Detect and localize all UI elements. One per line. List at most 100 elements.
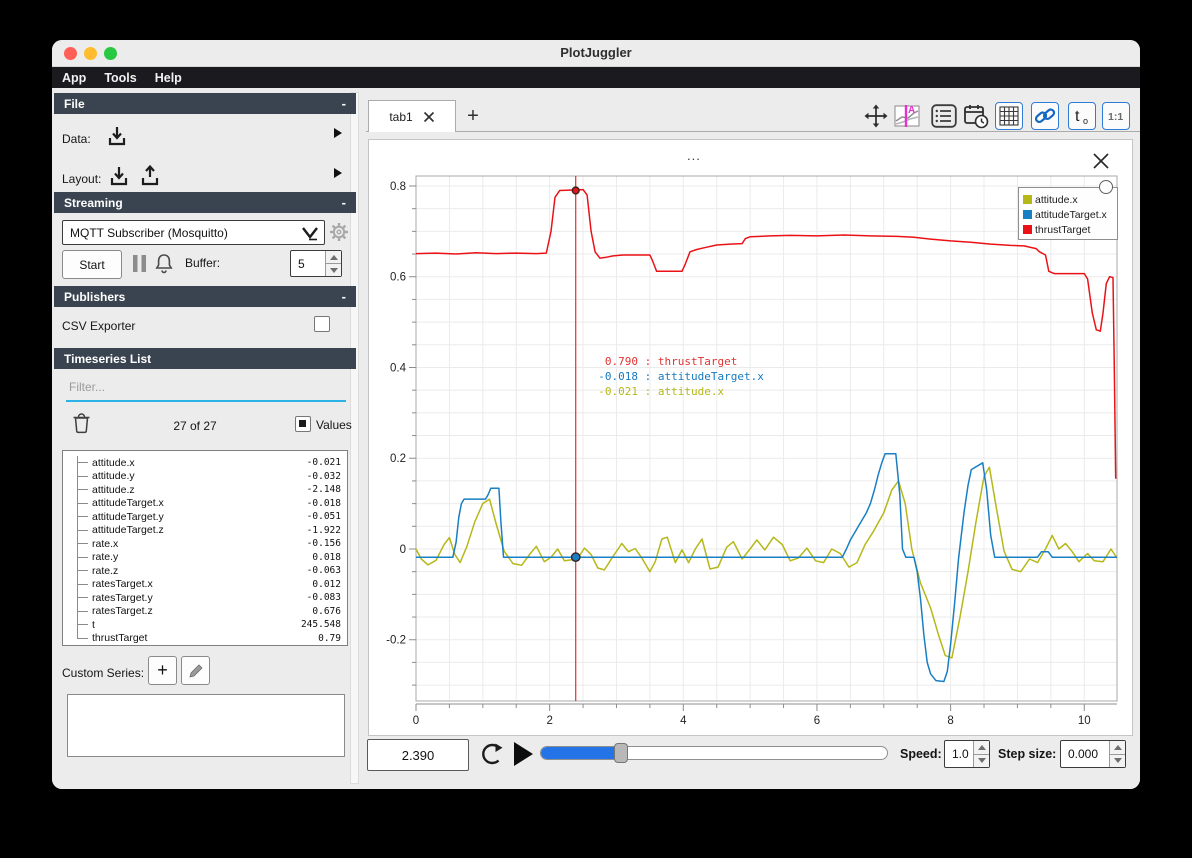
spin-down-button[interactable]: [326, 264, 341, 276]
legend-toggle-circle[interactable]: [1099, 180, 1113, 194]
add-custom-series-button[interactable]: +: [148, 656, 177, 685]
custom-series-label: Custom Series:: [62, 666, 145, 680]
values-checkbox[interactable]: [295, 416, 311, 432]
sidebar: File - Data: Layout: Streaming - MQTT Su…: [52, 88, 359, 789]
layout-load-icon[interactable]: [107, 164, 131, 193]
streaming-source-select[interactable]: MQTT Subscriber (Mosquitto): [62, 220, 325, 245]
tab-tab1[interactable]: tab1: [368, 100, 456, 132]
section-header-streaming[interactable]: Streaming -: [54, 192, 356, 213]
collapse-icon[interactable]: -: [342, 195, 346, 210]
menu-tools[interactable]: Tools: [104, 71, 136, 85]
loop-button[interactable]: [478, 741, 505, 772]
timeseries-name: rate.z: [92, 564, 119, 577]
timeseries-item[interactable]: attitudeTarget.x -0.018: [63, 497, 347, 511]
svg-text:0.6: 0.6: [390, 272, 406, 284]
spin-down-button[interactable]: [974, 754, 989, 767]
edit-custom-series-button[interactable]: [181, 656, 210, 685]
timeseries-name: attitude.z: [92, 483, 135, 496]
grid-layout-button[interactable]: [995, 102, 1023, 130]
pause-icon[interactable]: [132, 255, 148, 277]
slider-knob[interactable]: [614, 743, 628, 763]
section-header-file[interactable]: File -: [54, 93, 356, 114]
start-button[interactable]: Start: [62, 250, 122, 279]
pan-zoom-button[interactable]: [862, 102, 890, 130]
datetime-button[interactable]: [962, 102, 990, 130]
timeseries-item[interactable]: ratesTarget.x 0.012: [63, 578, 347, 592]
timeseries-name: t: [92, 618, 95, 631]
close-tab-icon[interactable]: [423, 111, 435, 123]
ratio-1-1-button[interactable]: 1:1: [1102, 102, 1130, 130]
menu-help[interactable]: Help: [155, 71, 182, 85]
menu-app[interactable]: App: [62, 71, 86, 85]
time-slider[interactable]: [540, 743, 888, 763]
step-size-spinbox[interactable]: 0.000: [1060, 740, 1126, 768]
plus-icon: +: [157, 660, 168, 680]
timeseries-value: 245.548: [300, 619, 341, 631]
timeseries-item[interactable]: rate.z -0.063: [63, 564, 347, 578]
move-arrows-icon: [864, 104, 888, 128]
section-header-publishers[interactable]: Publishers -: [54, 286, 356, 307]
timeseries-name: ratesTarget.y: [92, 591, 153, 604]
ratio-icon: 1:1: [1108, 111, 1123, 123]
filter-input[interactable]: Filter...: [69, 380, 105, 394]
svg-text:6: 6: [814, 715, 820, 727]
main-panel: tab1 + A t o 1:1 ... 0 2 4 6 8 10 -0.2 0…: [366, 88, 1140, 789]
buffer-spinbox[interactable]: 5: [290, 250, 342, 277]
timeseries-item[interactable]: rate.x -0.156: [63, 537, 347, 551]
collapse-icon[interactable]: -: [342, 96, 346, 111]
tooltip-line: -0.018 : attitudeTarget.x: [598, 370, 764, 383]
legend-entry[interactable]: attitude.x: [1023, 192, 1111, 207]
relative-time-button[interactable]: t o: [1068, 102, 1096, 130]
spin-up-button[interactable]: [1110, 741, 1125, 755]
section-header-timeseries[interactable]: Timeseries List: [54, 348, 356, 369]
timeseries-value: -2.148: [306, 484, 341, 496]
spin-down-button[interactable]: [1110, 754, 1125, 767]
close-plot-icon[interactable]: [1092, 152, 1110, 170]
window-titlebar: PlotJuggler: [52, 40, 1140, 67]
trash-icon[interactable]: [72, 412, 91, 439]
legend-entry[interactable]: attitudeTarget.x: [1023, 207, 1111, 222]
timeseries-item[interactable]: attitude.y -0.032: [63, 470, 347, 484]
play-button[interactable]: [512, 741, 534, 772]
svg-text:0.4: 0.4: [390, 362, 407, 374]
timeseries-item[interactable]: thrustTarget 0.79: [63, 632, 347, 646]
timeseries-name: attitude.y: [92, 470, 135, 483]
filter-underline: [66, 400, 346, 402]
legend-entry[interactable]: thrustTarget: [1023, 222, 1111, 237]
timeseries-value: 0.018: [312, 551, 341, 563]
layout-save-icon[interactable]: [138, 164, 162, 193]
timeseries-item[interactable]: attitudeTarget.y -0.051: [63, 510, 347, 524]
timeseries-item[interactable]: attitude.x -0.021: [63, 456, 347, 470]
data-load-icon[interactable]: [105, 124, 129, 153]
timeseries-item[interactable]: attitudeTarget.z -1.922: [63, 524, 347, 538]
streaming-settings-gear-icon[interactable]: [329, 222, 349, 247]
timeseries-item[interactable]: ratesTarget.y -0.083: [63, 591, 347, 605]
speed-spinbox[interactable]: 1.0: [944, 740, 990, 768]
timeseries-item[interactable]: rate.y 0.018: [63, 551, 347, 565]
spin-up-button[interactable]: [974, 741, 989, 755]
spin-up-button[interactable]: [326, 251, 341, 264]
custom-series-list[interactable]: [67, 694, 345, 757]
timeseries-value: 0.012: [312, 578, 341, 590]
collapse-icon[interactable]: -: [342, 289, 346, 304]
timeseries-item[interactable]: ratesTarget.z 0.676: [63, 605, 347, 619]
time-display[interactable]: 2.390: [367, 739, 469, 771]
plot-title[interactable]: ...: [687, 148, 701, 163]
csv-exporter-label: CSV Exporter: [62, 319, 136, 333]
notification-bell-icon[interactable]: [153, 252, 175, 279]
expand-arrow-icon[interactable]: [333, 166, 343, 178]
add-tab-button[interactable]: +: [462, 104, 484, 128]
buffer-label: Buffer:: [185, 256, 221, 270]
timeseries-name: ratesTarget.x: [92, 578, 153, 591]
timeseries-item[interactable]: attitude.z -2.148: [63, 483, 347, 497]
expand-arrow-icon[interactable]: [333, 126, 343, 138]
chevron-down-icon: [302, 227, 318, 241]
link-axes-button[interactable]: [1031, 102, 1059, 130]
link-icon: [1034, 108, 1056, 124]
tracker-button[interactable]: A: [893, 102, 921, 130]
list-view-button[interactable]: [930, 102, 958, 130]
pencil-icon: [188, 663, 203, 678]
timeseries-tree: attitude.x -0.021 attitude.y -0.032 attitude…: [62, 450, 348, 646]
csv-exporter-checkbox[interactable]: [314, 316, 330, 332]
timeseries-item[interactable]: t 245.548: [63, 618, 347, 632]
